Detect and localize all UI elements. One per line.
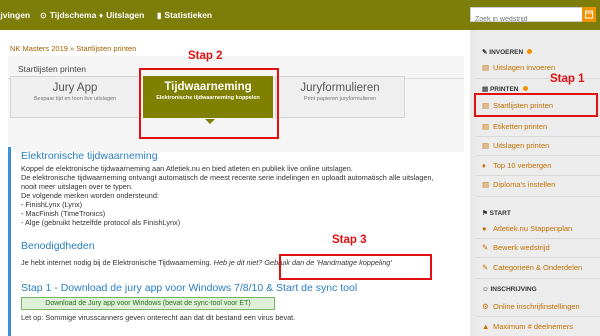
- info-icon: ●: [482, 224, 487, 233]
- bar-chart-icon: ▮: [157, 11, 162, 20]
- sidebar-heading-start: ⚑ START: [482, 209, 511, 217]
- highlight-box-stap-3: [279, 254, 432, 280]
- tab-jury-app[interactable]: Jury App Bespaar tijd en toon live uitsl…: [10, 76, 140, 118]
- highlight-box-stap-1: [474, 93, 598, 117]
- nav-item-statistieken[interactable]: ▮ Statistieken: [157, 0, 212, 30]
- sidebar-item-top-10-verbergen[interactable]: ♦ Top 10 verbergen: [482, 161, 551, 170]
- sidebar-item-label: Etiketten printen: [493, 122, 548, 131]
- sidebar-item-inschrijfinstellingen[interactable]: ⚙ Online inschrijfinstellingen: [482, 302, 580, 311]
- divider: [476, 257, 600, 258]
- sidebar-item-label: Uitslagen invoeren: [493, 63, 556, 72]
- warning-icon: ▲: [482, 322, 490, 331]
- breadcrumb[interactable]: NK Masters 2019 » Startlijsten printen: [10, 44, 136, 53]
- sidebar-heading-inschrijving: ☺ INSCHRIJVING: [482, 286, 537, 293]
- sidebar-item-bewerk-wedstrijd[interactable]: ✎ Bewerk wedstrijd: [482, 243, 550, 252]
- tab-title: Jury App: [52, 82, 98, 94]
- sidebar-item-maximum-deelnemers[interactable]: ▲ Maximum # deelnemers: [482, 322, 573, 331]
- sidebar-heading-label: INSCHRIJVING: [490, 286, 537, 293]
- top-navbar: ijvingen ⊙ Tijdschema ♦ Uitslagen ▮ Statist…: [0, 0, 600, 30]
- user-icon: ☺: [482, 286, 489, 293]
- heading-electronic-timing: Elektronische tijdwaarneming: [21, 150, 158, 162]
- highlight-box-stap-2: [139, 68, 279, 139]
- brand-list-item: - Alge (gebruikt hetzelfde protocol als …: [21, 218, 181, 227]
- nav-item-label: Uitslagen: [106, 10, 145, 20]
- divider: [476, 196, 600, 197]
- tab-subtitle: Print papieren juryformulieren: [303, 96, 377, 102]
- tab-juryformulieren[interactable]: Juryformulieren Print papieren juryformu…: [275, 76, 405, 118]
- list-icon: ▤: [482, 122, 490, 131]
- divider: [476, 155, 600, 156]
- nav-item-tijdschema[interactable]: ⊙ Tijdschema: [40, 0, 96, 30]
- flag-icon: ⚑: [482, 210, 488, 217]
- edit-icon: ✎: [482, 263, 489, 272]
- info-panel: Elektronische tijdwaarneming Koppel de e…: [8, 147, 470, 336]
- sidebar-item-stappenplan[interactable]: ● Atletiek.nu Stappenplan: [482, 224, 572, 233]
- virus-note: Let op: Sommige virusscanners geven onte…: [21, 313, 296, 322]
- heading-step-1: Stap 1 - Download de jury app voor Windo…: [21, 282, 358, 294]
- sidebar-heading-label: PRINTEN: [489, 86, 519, 93]
- list-icon: ▤: [482, 141, 490, 150]
- sidebar-item-uitslagen-printen[interactable]: ▤ Uitslagen printen: [482, 141, 549, 150]
- sidebar-heading-printen: ▤ PRINTEN: [482, 85, 528, 93]
- sidebar-heading-label: START: [489, 210, 511, 217]
- heading-requirements: Benodigdheden: [21, 240, 95, 252]
- nav-item-label: Tijdschema: [49, 10, 97, 20]
- edit-icon: ✎: [482, 243, 489, 252]
- calendar-icon: [585, 10, 593, 19]
- trophy-icon: ♦: [99, 11, 104, 20]
- annotation-stap-2: Stap 2: [188, 50, 223, 62]
- sidebar-item-diplomas-instellen[interactable]: ▤ Diploma's instellen: [482, 180, 555, 189]
- requirements-line: Je hebt internet nodig bij de Elektronis…: [21, 258, 214, 267]
- annotation-stap-3: Stap 3: [332, 234, 367, 246]
- printer-icon: ▤: [482, 86, 489, 93]
- card-title: Startlijsten printen: [18, 64, 87, 74]
- sidebar-heading-invoeren: ✎ INVOEREN: [482, 48, 533, 56]
- sidebar-item-label: Top 10 verbergen: [493, 161, 552, 170]
- divider: [476, 316, 600, 317]
- list-icon: ▤: [482, 63, 490, 72]
- list-icon: ▤: [482, 180, 490, 189]
- trophy-icon: ♦: [482, 161, 486, 170]
- pencil-icon: ✎: [482, 49, 488, 56]
- sidebar-item-label: Categorieën & Onderdelen: [493, 263, 583, 272]
- nav-item-oefeningen[interactable]: ijvingen: [0, 0, 30, 30]
- nav-item-label: ijvingen: [0, 10, 31, 20]
- annotation-stap-1: Stap 1: [550, 73, 585, 85]
- search-input[interactable]: [471, 13, 582, 26]
- search-box: [470, 7, 582, 26]
- sidebar-item-label: Atletiek.nu Stappenplan: [493, 224, 573, 233]
- sidebar-item-etiketten-printen[interactable]: ▤ Etiketten printen: [482, 122, 547, 131]
- divider: [476, 278, 600, 279]
- divider: [476, 238, 600, 239]
- tab-title: Juryformulieren: [300, 82, 380, 94]
- sidebar-item-label: Online inschrijfinstellingen: [493, 302, 580, 311]
- sidebar-item-label: Uitslagen printen: [493, 141, 550, 150]
- nav-item-uitslagen[interactable]: ♦ Uitslagen: [99, 0, 144, 30]
- notification-dot: [522, 86, 528, 91]
- sidebar-item-label: Diploma's instellen: [493, 180, 556, 189]
- sidebar-heading-label: INVOEREN: [489, 49, 524, 56]
- divider: [476, 136, 600, 137]
- sidebar-item-uitslagen-invoeren[interactable]: ▤ Uitslagen invoeren: [482, 63, 555, 72]
- divider: [476, 175, 600, 176]
- notification-dot: [527, 49, 533, 54]
- sidebar-item-label: Maximum # deelnemers: [493, 322, 574, 331]
- search-button[interactable]: [582, 7, 596, 22]
- nav-item-label: Statistieken: [164, 10, 213, 20]
- sidebar-item-categorieen[interactable]: ✎ Categorieën & Onderdelen: [482, 263, 582, 272]
- tab-subtitle: Bespaar tijd en toon live uitslagen: [33, 96, 117, 102]
- gear-icon: ⚙: [482, 302, 489, 311]
- clock-icon: ⊙: [40, 11, 47, 20]
- download-jury-app-button[interactable]: Download de Jury app voor Windows (bevat…: [21, 297, 275, 310]
- sidebar-item-label: Bewerk wedstrijd: [493, 243, 550, 252]
